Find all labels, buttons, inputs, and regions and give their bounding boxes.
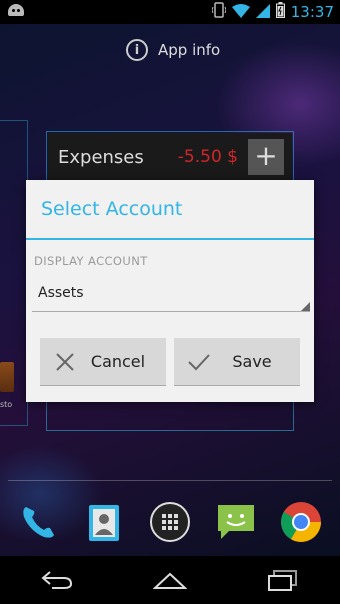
android-debug-icon (8, 4, 24, 18)
wifi-icon (231, 3, 250, 22)
select-account-dialog: Select Account DISPLAY ACCOUNT Assets Ca… (26, 180, 314, 402)
account-spinner[interactable]: Assets (32, 282, 310, 312)
chrome-icon[interactable] (277, 498, 325, 546)
spinner-value: Assets (38, 285, 84, 301)
dialog-title: Select Account (26, 180, 314, 240)
left-widget-label: sto (0, 400, 13, 409)
clock: 13:37 (290, 3, 334, 21)
left-widget-icon (0, 362, 14, 392)
navigation-bar (0, 556, 340, 604)
signal-icon (255, 3, 270, 22)
recents-icon[interactable] (259, 560, 307, 600)
cancel-label: Cancel (90, 352, 146, 371)
dock-divider (8, 480, 332, 481)
app-info-label: App info (158, 41, 221, 59)
home-icon[interactable] (146, 560, 194, 600)
back-icon[interactable] (33, 560, 81, 600)
section-label: DISPLAY ACCOUNT (34, 254, 148, 268)
contacts-icon[interactable] (80, 498, 128, 546)
vibrate-icon (211, 2, 227, 22)
app-drawer-icon[interactable] (146, 498, 194, 546)
widget-title: Expenses (58, 146, 144, 168)
battery-icon (275, 2, 285, 22)
widget-amount: -5.50 $ (177, 147, 238, 167)
app-info-button[interactable]: i App info (126, 37, 220, 63)
info-icon: i (126, 39, 148, 61)
save-button[interactable]: Save (174, 338, 300, 386)
spinner-arrow-icon (301, 302, 310, 311)
check-icon (174, 353, 224, 371)
cancel-button[interactable]: Cancel (40, 338, 166, 386)
close-icon (40, 352, 90, 372)
status-bar: 13:37 (0, 0, 340, 24)
phone-icon[interactable] (15, 498, 63, 546)
dock (0, 492, 340, 552)
expenses-widget[interactable]: Expenses -5.50 $ + (48, 133, 292, 181)
add-icon[interactable]: + (248, 139, 284, 175)
save-label: Save (232, 352, 272, 371)
messaging-icon[interactable] (212, 498, 260, 546)
